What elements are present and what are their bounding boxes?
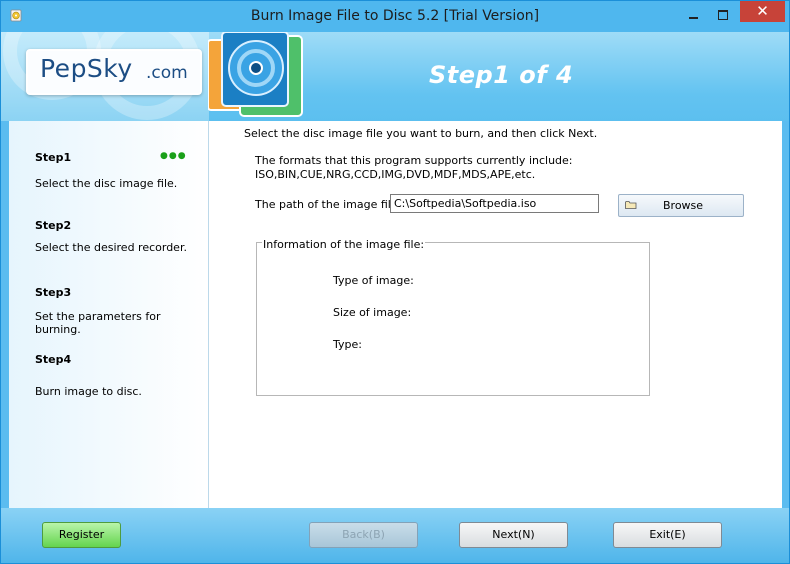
step-1-description: Select the disc image file. bbox=[35, 177, 178, 190]
logo-tld-text: .com bbox=[146, 63, 188, 83]
minimize-icon[interactable] bbox=[683, 9, 703, 23]
browse-button-label: Browse bbox=[663, 199, 704, 212]
back-button[interactable]: Back(B) bbox=[309, 522, 418, 548]
step-3-title: Step3 bbox=[35, 286, 72, 299]
type-of-image-label: Type of image: bbox=[333, 274, 414, 287]
exit-button[interactable]: Exit(E) bbox=[613, 522, 722, 548]
close-icon[interactable]: ✕ bbox=[740, 1, 785, 22]
size-of-image-label: Size of image: bbox=[333, 306, 412, 319]
window-title: Burn Image File to Disc 5.2 [Trial Versi… bbox=[250, 8, 540, 24]
pepsky-logo: PepSky .com bbox=[26, 49, 202, 95]
steps-sidebar: Step1 ●●● Select the disc image file. St… bbox=[9, 121, 209, 508]
app-window: Burn Image File to Disc 5.2 [Trial Versi… bbox=[0, 0, 790, 564]
formats-intro-text: The formats that this program supports c… bbox=[255, 154, 573, 167]
disc-product-icon bbox=[208, 32, 303, 117]
title-bar[interactable]: Burn Image File to Disc 5.2 [Trial Versi… bbox=[1, 1, 789, 32]
type-label: Type: bbox=[333, 338, 362, 351]
browse-button[interactable]: Browse bbox=[618, 194, 744, 217]
footer-bar: Register Back(B) Next(N) Exit(E) bbox=[1, 508, 789, 563]
step-3-description: Set the parameters for burning. bbox=[35, 310, 161, 336]
step-progress-title: Step1 of 4 bbox=[429, 61, 574, 89]
folder-icon bbox=[625, 201, 637, 209]
step-2-description: Select the desired recorder. bbox=[35, 241, 187, 254]
image-info-group: Information of the image file: Type of i… bbox=[256, 238, 650, 396]
step-4-title: Step4 bbox=[35, 353, 72, 366]
path-label: The path of the image file: bbox=[255, 198, 402, 211]
image-path-input[interactable]: C:\Softpedia\Softpedia.iso bbox=[390, 194, 599, 213]
step-2-title: Step2 bbox=[35, 219, 72, 232]
formats-list-text: ISO,BIN,CUE,NRG,CCD,IMG,DVD,MDF,MDS,APE,… bbox=[255, 168, 536, 181]
header-banner: PepSky .com Step1 of 4 bbox=[1, 32, 789, 121]
main-content: Select the disc image file you want to b… bbox=[209, 121, 782, 508]
image-info-legend: Information of the image file: bbox=[262, 238, 426, 251]
step-1-title: Step1 bbox=[35, 151, 72, 164]
step-4-description: Burn image to disc. bbox=[35, 385, 142, 398]
register-button[interactable]: Register bbox=[42, 522, 121, 548]
logo-panel: PepSky .com bbox=[1, 32, 209, 121]
next-button[interactable]: Next(N) bbox=[459, 522, 568, 548]
logo-main-text: PepSky bbox=[40, 54, 133, 83]
maximize-icon[interactable] bbox=[713, 7, 733, 23]
instruction-text: Select the disc image file you want to b… bbox=[244, 127, 598, 140]
current-step-indicator-icon: ●●● bbox=[160, 151, 187, 161]
